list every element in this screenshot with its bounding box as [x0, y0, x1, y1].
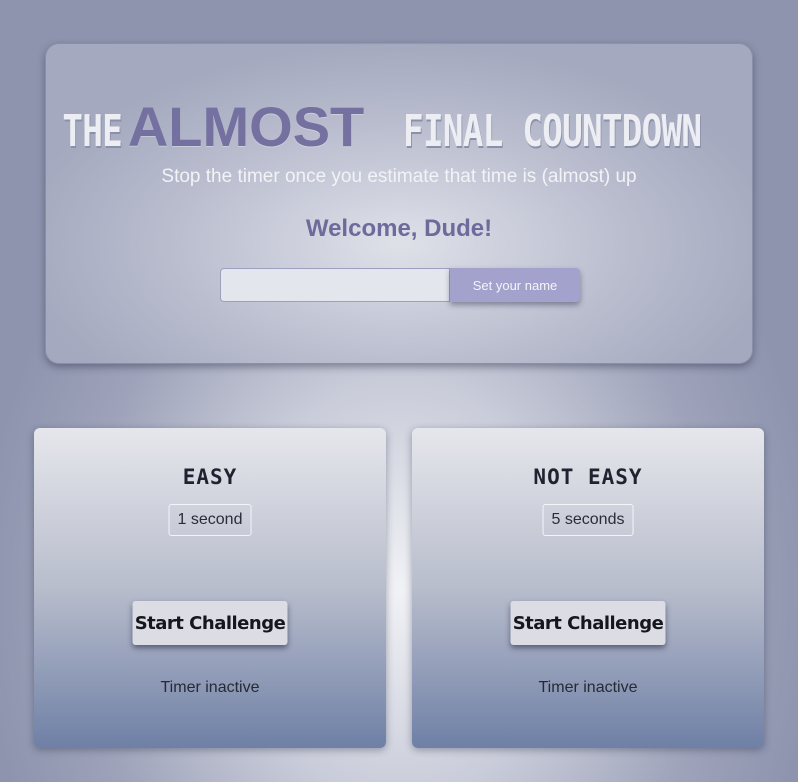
subtitle: Stop the timer once you estimate that ti…	[161, 166, 637, 187]
challenge-title: EASY	[182, 465, 238, 489]
challenge-duration: 5 seconds	[542, 504, 634, 536]
challenge-card-easy: EASY 1 second Start Challenge Timer inac…	[34, 428, 386, 748]
page-title: THE ALMOST FINAL COUNTDOWN	[46, 94, 752, 159]
name-input[interactable]	[220, 268, 450, 302]
timer-status: Timer inactive	[160, 679, 260, 696]
set-name-button[interactable]: Set your name	[450, 268, 580, 302]
challenge-duration: 1 second	[168, 504, 252, 536]
timer-status: Timer inactive	[538, 679, 638, 696]
start-challenge-button[interactable]: Start Challenge	[132, 601, 288, 645]
title-suffix: FINAL COUNTDOWN	[403, 106, 702, 157]
title-prefix: THE	[62, 106, 123, 157]
challenge-card-not-easy: NOT EASY 5 seconds Start Challenge Timer…	[412, 428, 764, 748]
challenge-title: NOT EASY	[533, 465, 643, 489]
start-challenge-button[interactable]: Start Challenge	[510, 601, 666, 645]
title-emphasis: ALMOST	[127, 95, 365, 158]
header-card: THE ALMOST FINAL COUNTDOWN Stop the time…	[45, 43, 753, 364]
name-form: Set your name	[220, 268, 580, 302]
welcome-message: Welcome, Dude!	[305, 215, 493, 242]
